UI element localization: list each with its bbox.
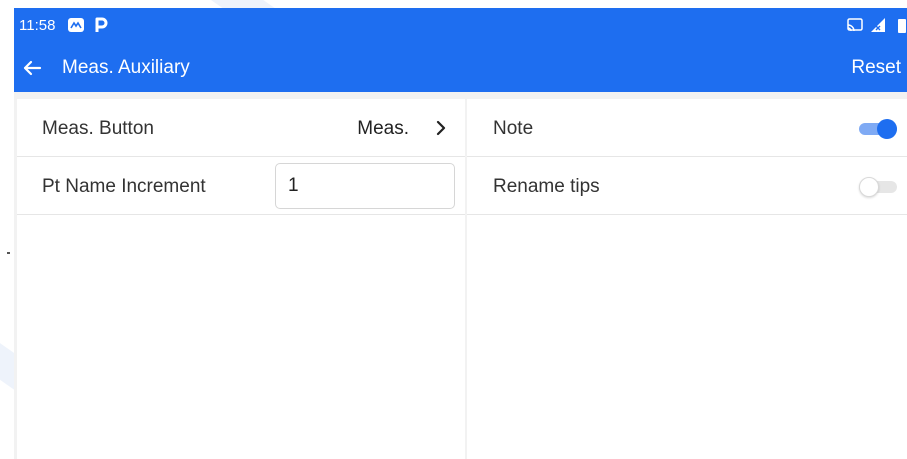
rename-tips-toggle-knob — [859, 177, 879, 197]
status-time: 11:58 — [19, 17, 56, 34]
device-screen: 11:58 Meas. Auxiliary Reset Meas. Button… — [14, 8, 907, 459]
page-title: Meas. Auxiliary — [62, 57, 190, 78]
meas-button-row[interactable]: Meas. Button Meas. — [17, 99, 465, 157]
toolbar: Meas. Auxiliary Reset — [14, 44, 907, 92]
note-row: Note — [467, 99, 907, 157]
arrow-left-icon[interactable] — [18, 54, 46, 82]
signal-icon — [871, 18, 885, 32]
note-toggle-knob — [877, 119, 897, 139]
battery-icon — [898, 19, 906, 33]
settings-panel-left: Meas. Button Meas. Pt Name Increment — [17, 99, 465, 459]
meas-button-value: Meas. — [357, 118, 409, 139]
screenshot-frame: 11:58 Meas. Auxiliary Reset Meas. Button… — [0, 0, 907, 459]
app-bar: 11:58 Meas. Auxiliary Reset — [14, 8, 907, 92]
reset-button[interactable]: Reset — [851, 57, 901, 79]
rename-tips-row: Rename tips — [467, 157, 907, 215]
pt-name-increment-input[interactable] — [275, 163, 455, 209]
rename-tips-label: Rename tips — [493, 176, 600, 197]
meas-button-label: Meas. Button — [42, 118, 154, 139]
cast-icon — [847, 18, 863, 32]
pt-name-increment-label: Pt Name Increment — [42, 176, 206, 197]
rename-tips-toggle[interactable] — [859, 177, 897, 197]
gallery-notification-icon — [68, 18, 84, 32]
edge-mark — [7, 252, 10, 254]
settings-panel-right: Note Rename tips — [467, 99, 907, 459]
note-toggle[interactable] — [859, 119, 897, 139]
parking-notification-icon — [95, 17, 108, 32]
pt-name-increment-row: Pt Name Increment — [17, 157, 465, 215]
note-label: Note — [493, 118, 534, 139]
status-bar: 11:58 — [14, 8, 907, 44]
chevron-right-icon[interactable] — [431, 117, 451, 139]
